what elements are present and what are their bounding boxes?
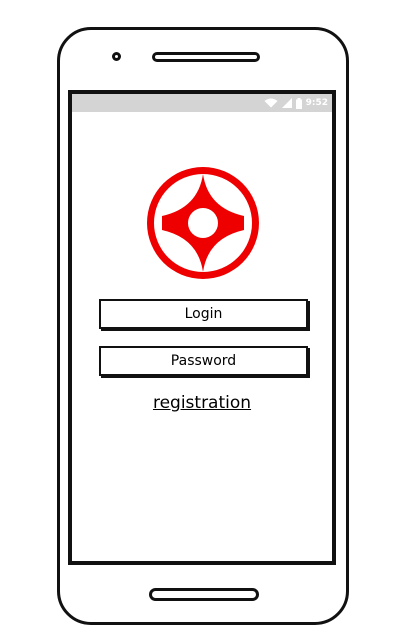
status-time: 9:52 — [305, 97, 328, 108]
login-input[interactable]: Login — [99, 299, 308, 329]
registration-link[interactable]: registration — [72, 393, 332, 413]
screen: 9:52 Login Password registration — [68, 90, 336, 565]
signal-icon — [281, 98, 292, 108]
status-bar: 9:52 — [72, 94, 332, 112]
camera-icon — [112, 52, 121, 61]
battery-icon — [295, 97, 302, 109]
password-input[interactable]: Password — [99, 346, 308, 376]
home-button[interactable] — [149, 588, 259, 601]
kyokushin-logo-icon — [144, 164, 262, 282]
wifi-icon — [264, 98, 278, 108]
speaker-grille — [152, 52, 260, 62]
